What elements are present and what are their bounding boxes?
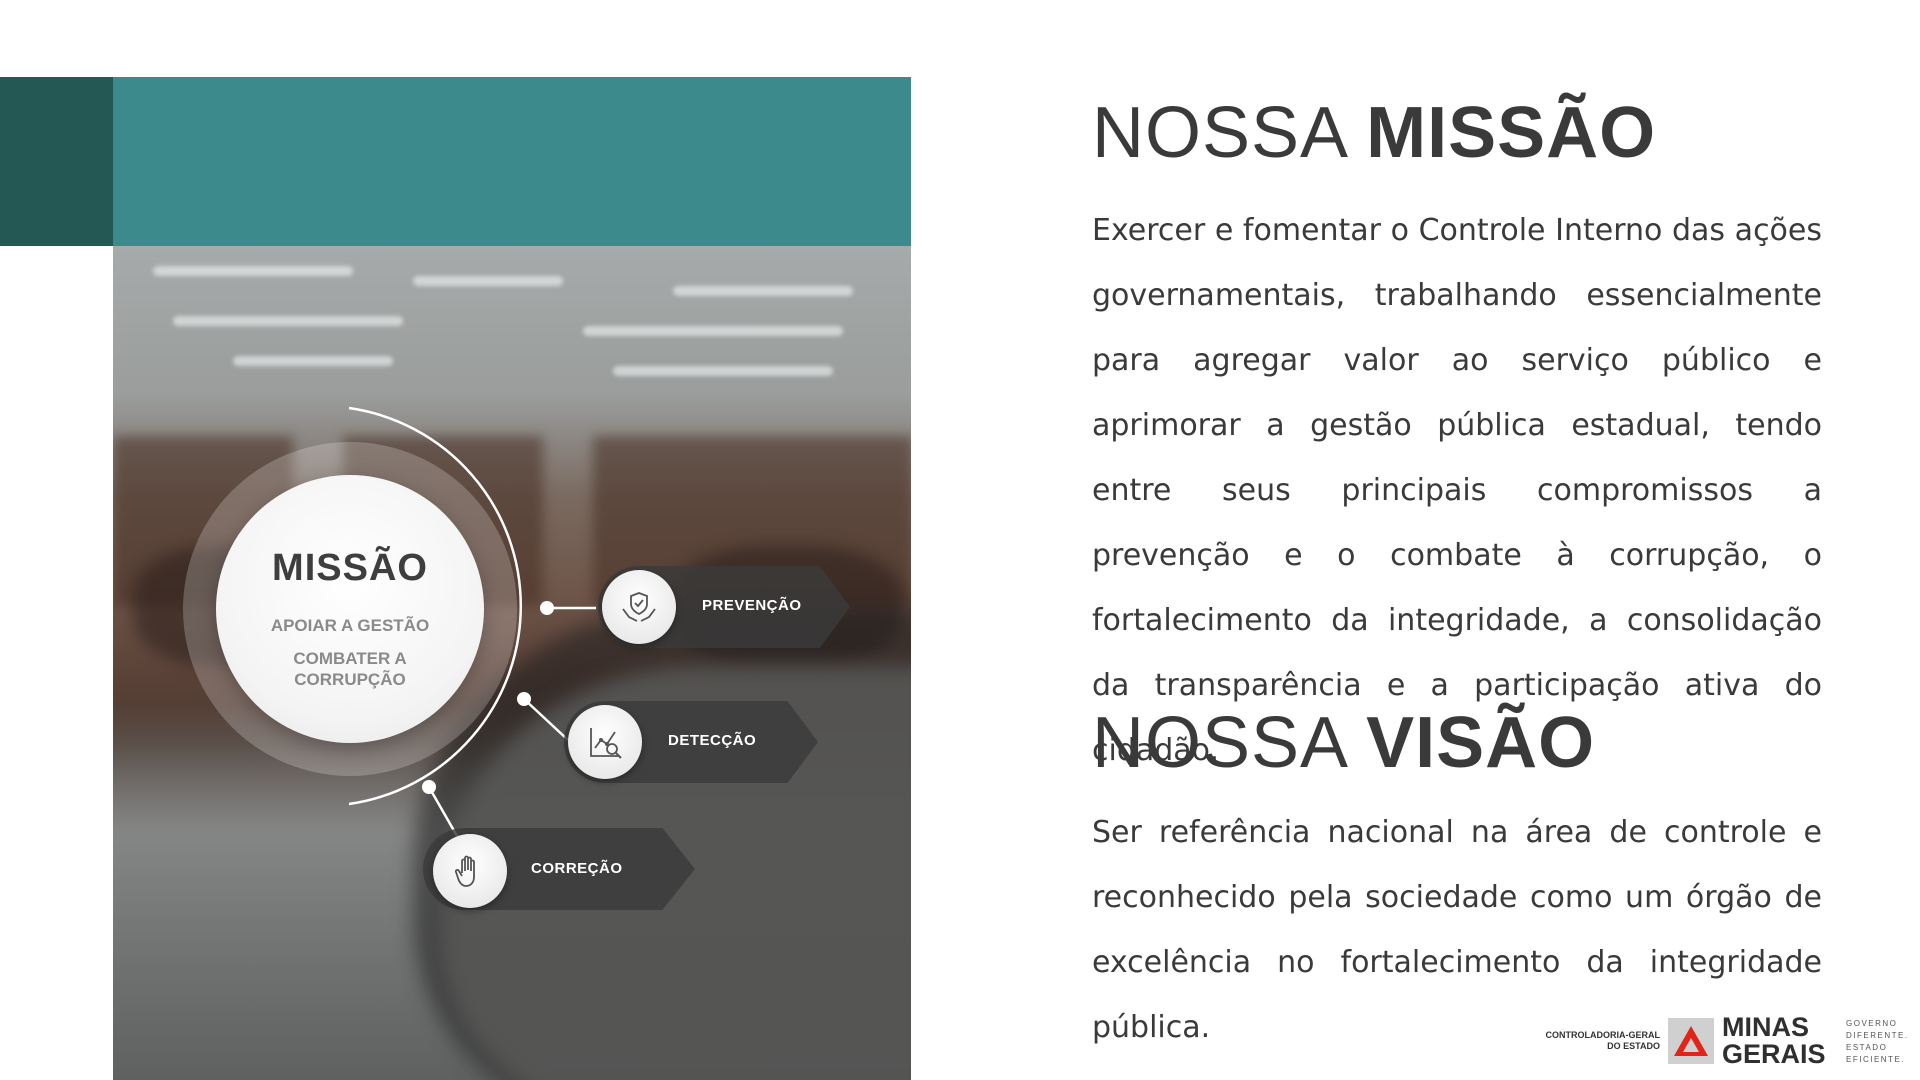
- mission-graphic-line1: APOIAR A GESTÃO: [270, 616, 430, 635]
- cge-line2: DO ESTADO: [1607, 1041, 1660, 1051]
- vision-heading: NOSSA VISÃO: [1092, 702, 1595, 784]
- meeting-room-photo: MISSÃO APOIAR A GESTÃO COMBATER A CORRUP…: [113, 246, 911, 1080]
- shield-hands-icon: [602, 570, 676, 644]
- pillar-label-correcao: CORREÇÃO: [531, 860, 623, 877]
- mission-heading: NOSSA MISSÃO: [1092, 92, 1656, 174]
- chart-magnifier-icon: [568, 705, 642, 779]
- slogan-line1: GOVERNO: [1846, 1019, 1898, 1028]
- mission-graphic-line2a: COMBATER A: [293, 649, 407, 668]
- pillar-label-deteccao: DETECÇÃO: [668, 732, 757, 749]
- slogan-line3: ESTADO: [1846, 1043, 1888, 1052]
- mission-text: Exercer e fomentar o Controle Interno da…: [1092, 213, 1822, 768]
- raised-hand-icon: [433, 834, 507, 908]
- minas-gerais-triangle-logo: [1668, 1018, 1714, 1064]
- vision-heading-bold: VISÃO: [1366, 703, 1596, 783]
- vision-heading-light: NOSSA: [1092, 703, 1346, 783]
- cge-logo-text: CONTROLADORIA-GERAL DO ESTADO: [1532, 1030, 1661, 1052]
- teal-banner: [113, 77, 911, 246]
- slogan-line2: DIFERENTE.: [1846, 1031, 1909, 1040]
- mission-graphic-line2b: CORRUPÇÃO: [294, 670, 406, 689]
- cge-line1: CONTROLADORIA-GERAL: [1545, 1030, 1661, 1040]
- mission-heading-bold: MISSÃO: [1366, 93, 1657, 173]
- pillar-label-prevencao: PREVENÇÃO: [702, 597, 802, 614]
- minas-gerais-wordmark: MINAS GERAIS: [1722, 1014, 1826, 1068]
- mg-line1: MINAS: [1722, 1012, 1809, 1042]
- mission-graphic-title: MISSÃO: [272, 547, 428, 589]
- mg-line2: GERAIS: [1722, 1039, 1826, 1069]
- mission-circle: MISSÃO APOIAR A GESTÃO COMBATER A CORRUP…: [216, 475, 484, 743]
- slogan-line4: EFICIENTE.: [1846, 1055, 1906, 1064]
- dark-teal-block: [0, 77, 113, 246]
- mission-heading-light: NOSSA: [1092, 93, 1346, 173]
- government-slogan: GOVERNO DIFERENTE. ESTADO EFICIENTE.: [1846, 1018, 1909, 1066]
